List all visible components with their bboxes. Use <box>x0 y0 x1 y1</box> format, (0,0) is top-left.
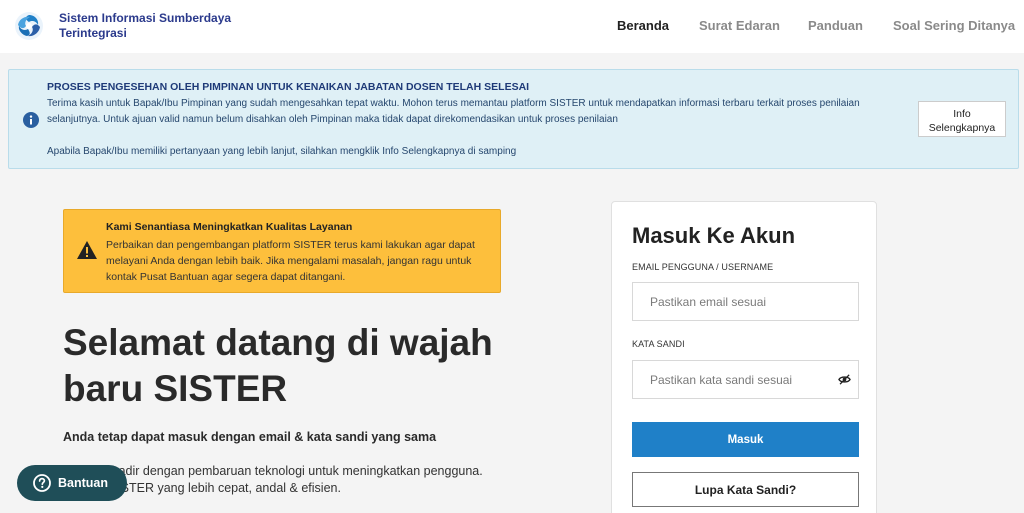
nav-panduan[interactable]: Panduan <box>808 18 863 33</box>
email-label: EMAIL PENGGUNA / USERNAME <box>632 262 774 272</box>
password-label: KATA SANDI <box>632 339 685 349</box>
login-title: Masuk Ke Akun <box>632 223 796 248</box>
question-circle-icon <box>33 474 51 492</box>
welcome-subheading: Anda tetap dapat masuk dengan email & ka… <box>63 430 437 444</box>
info-banner-text: Terima kasih untuk Bapak/Ibu Pimpinan ya… <box>47 98 860 125</box>
nav-surat-edaran[interactable]: Surat Edaran <box>699 18 780 33</box>
lupa-kata-sandi-button[interactable]: Lupa Kata Sandi? <box>632 472 859 507</box>
info-banner: PROSES PENGESEHAN OLEH PIMPINAN UNTUK KE… <box>8 69 1019 169</box>
top-navbar: Sistem Informasi Sumberdaya Terintegrasi… <box>0 0 1024 53</box>
bantuan-button[interactable]: Bantuan <box>17 465 127 501</box>
brand-title[interactable]: Sistem Informasi Sumberdaya Terintegrasi <box>59 11 279 41</box>
info-circle-icon <box>23 112 39 128</box>
bantuan-label: Bantuan <box>58 476 108 490</box>
password-input[interactable] <box>632 360 859 399</box>
info-selengkapnya-button[interactable]: Info Selengkapnya <box>918 101 1006 137</box>
notice-title: Kami Senantiasa Meningkatkan Kualitas La… <box>106 221 353 233</box>
nav-soal-sering-ditanya[interactable]: Soal Sering Ditanya <box>893 18 1015 33</box>
warning-triangle-icon <box>77 241 97 259</box>
sister-logo-icon[interactable] <box>14 11 44 41</box>
welcome-heading: Selamat datang di wajah baru SISTER <box>63 322 493 409</box>
eye-slash-icon[interactable] <box>838 373 851 386</box>
info-banner-text-secondary: Apabila Bapak/Ibu memiliki pertanyaan ya… <box>47 146 517 157</box>
login-card: Masuk Ke Akun EMAIL PENGGUNA / USERNAME … <box>611 201 877 513</box>
masuk-button[interactable]: Masuk <box>632 422 859 457</box>
email-input[interactable] <box>632 282 859 321</box>
info-banner-title: PROSES PENGESEHAN OLEH PIMPINAN UNTUK KE… <box>47 81 530 93</box>
nav-beranda[interactable]: Beranda <box>617 18 669 33</box>
service-notice: Kami Senantiasa Meningkatkan Kualitas La… <box>63 209 501 293</box>
notice-text: Perbaikan dan pengembangan platform SIST… <box>106 239 475 283</box>
